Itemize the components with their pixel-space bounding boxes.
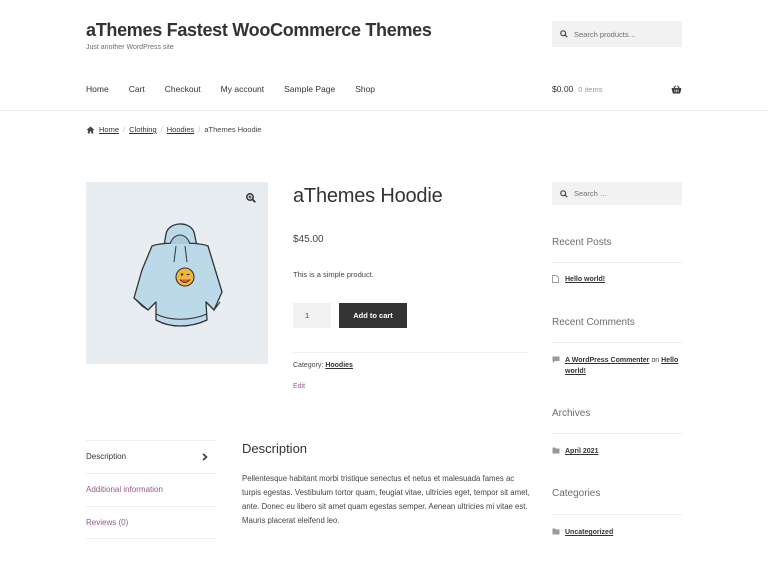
product-short-description: This is a simple product. (293, 270, 374, 279)
nav-checkout[interactable]: Checkout (165, 84, 201, 94)
add-to-cart-button[interactable]: Add to cart (339, 303, 407, 328)
breadcrumb: Home / Clothing / Hoodies / aThemes Hood… (86, 125, 261, 134)
comment-icon (552, 356, 565, 377)
product-image[interactable] (86, 182, 268, 364)
archive-item: April 2021 (552, 446, 686, 458)
nav-cart[interactable]: Cart (129, 84, 145, 94)
breadcrumb-separator: / (160, 125, 163, 134)
breadcrumb-separator: / (123, 125, 126, 134)
header-cart[interactable]: $0.00 0 items (552, 84, 682, 94)
archive-link[interactable]: April 2021 (565, 446, 598, 458)
recent-comments-title: Recent Comments (552, 317, 635, 328)
header-divider (0, 110, 768, 111)
product-meta-divider (293, 352, 527, 353)
widget-divider (552, 342, 682, 343)
nav-my-account[interactable]: My account (221, 84, 264, 94)
tab-reviews[interactable]: Reviews (0) (86, 506, 216, 538)
nav-shop[interactable]: Shop (355, 84, 375, 94)
recent-post-link[interactable]: Hello world! (565, 274, 605, 287)
search-icon (560, 30, 568, 38)
site-tagline: Just another WordPress site (86, 44, 174, 51)
breadcrumb-hoodies[interactable]: Hoodies (167, 125, 195, 134)
cart-amount: $0.00 (552, 84, 574, 94)
tab-additional-information[interactable]: Additional information (86, 473, 216, 505)
header-search[interactable] (552, 21, 682, 47)
product-title: aThemes Hoodie (293, 185, 443, 207)
site-title[interactable]: aThemes Fastest WooCommerce Themes (86, 20, 432, 41)
sidebar-search[interactable] (552, 182, 682, 205)
hoodie-illustration (133, 223, 223, 327)
category-sidebar-link[interactable]: Uncategorized (565, 527, 613, 539)
sidebar-search-input[interactable] (574, 189, 674, 198)
quantity-input[interactable]: 1 (293, 303, 331, 328)
description-text: Pellentesque habitant morbi tristique se… (242, 474, 530, 525)
category-item: Uncategorized (552, 527, 686, 539)
widget-divider (552, 433, 682, 434)
basket-icon (671, 84, 682, 94)
product-price: $45.00 (293, 234, 324, 245)
recent-comment-item: A WordPress Commenter on Hello world! (552, 355, 686, 377)
recent-post-item: Hello world! (552, 274, 686, 287)
breadcrumb-current: aThemes Hoodie (204, 125, 262, 134)
tabs-divider (86, 538, 216, 539)
comment-on-text: on (651, 357, 660, 364)
widget-divider (552, 514, 682, 515)
recent-posts-title: Recent Posts (552, 237, 612, 248)
home-icon (86, 125, 95, 134)
product-category: Category: Hoodies (293, 362, 353, 369)
nav-home[interactable]: Home (86, 84, 109, 94)
nav-sample-page[interactable]: Sample Page (284, 84, 335, 94)
document-icon (552, 275, 565, 287)
search-products-input[interactable] (574, 29, 674, 39)
tab-description[interactable]: Description (86, 440, 216, 472)
category-link[interactable]: Hoodies (325, 362, 353, 369)
folder-icon (552, 528, 565, 539)
description-heading: Description (242, 441, 308, 456)
breadcrumb-clothing[interactable]: Clothing (129, 125, 157, 134)
edit-link[interactable]: Edit (293, 383, 305, 390)
breadcrumb-separator: / (198, 125, 201, 134)
breadcrumb-home[interactable]: Home (99, 125, 119, 134)
primary-nav: Home Cart Checkout My account Sample Pag… (86, 84, 395, 94)
category-label: Category: (293, 362, 324, 369)
comment-author-link[interactable]: A WordPress Commenter (565, 357, 649, 364)
archives-title: Archives (552, 408, 591, 419)
cart-count: 0 items (578, 84, 603, 94)
categories-title: Categories (552, 488, 601, 499)
folder-icon (552, 447, 565, 458)
search-icon (560, 189, 568, 198)
tab-description-label: Description (86, 452, 127, 461)
chevron-right-icon (202, 452, 208, 461)
widget-divider (552, 262, 682, 263)
